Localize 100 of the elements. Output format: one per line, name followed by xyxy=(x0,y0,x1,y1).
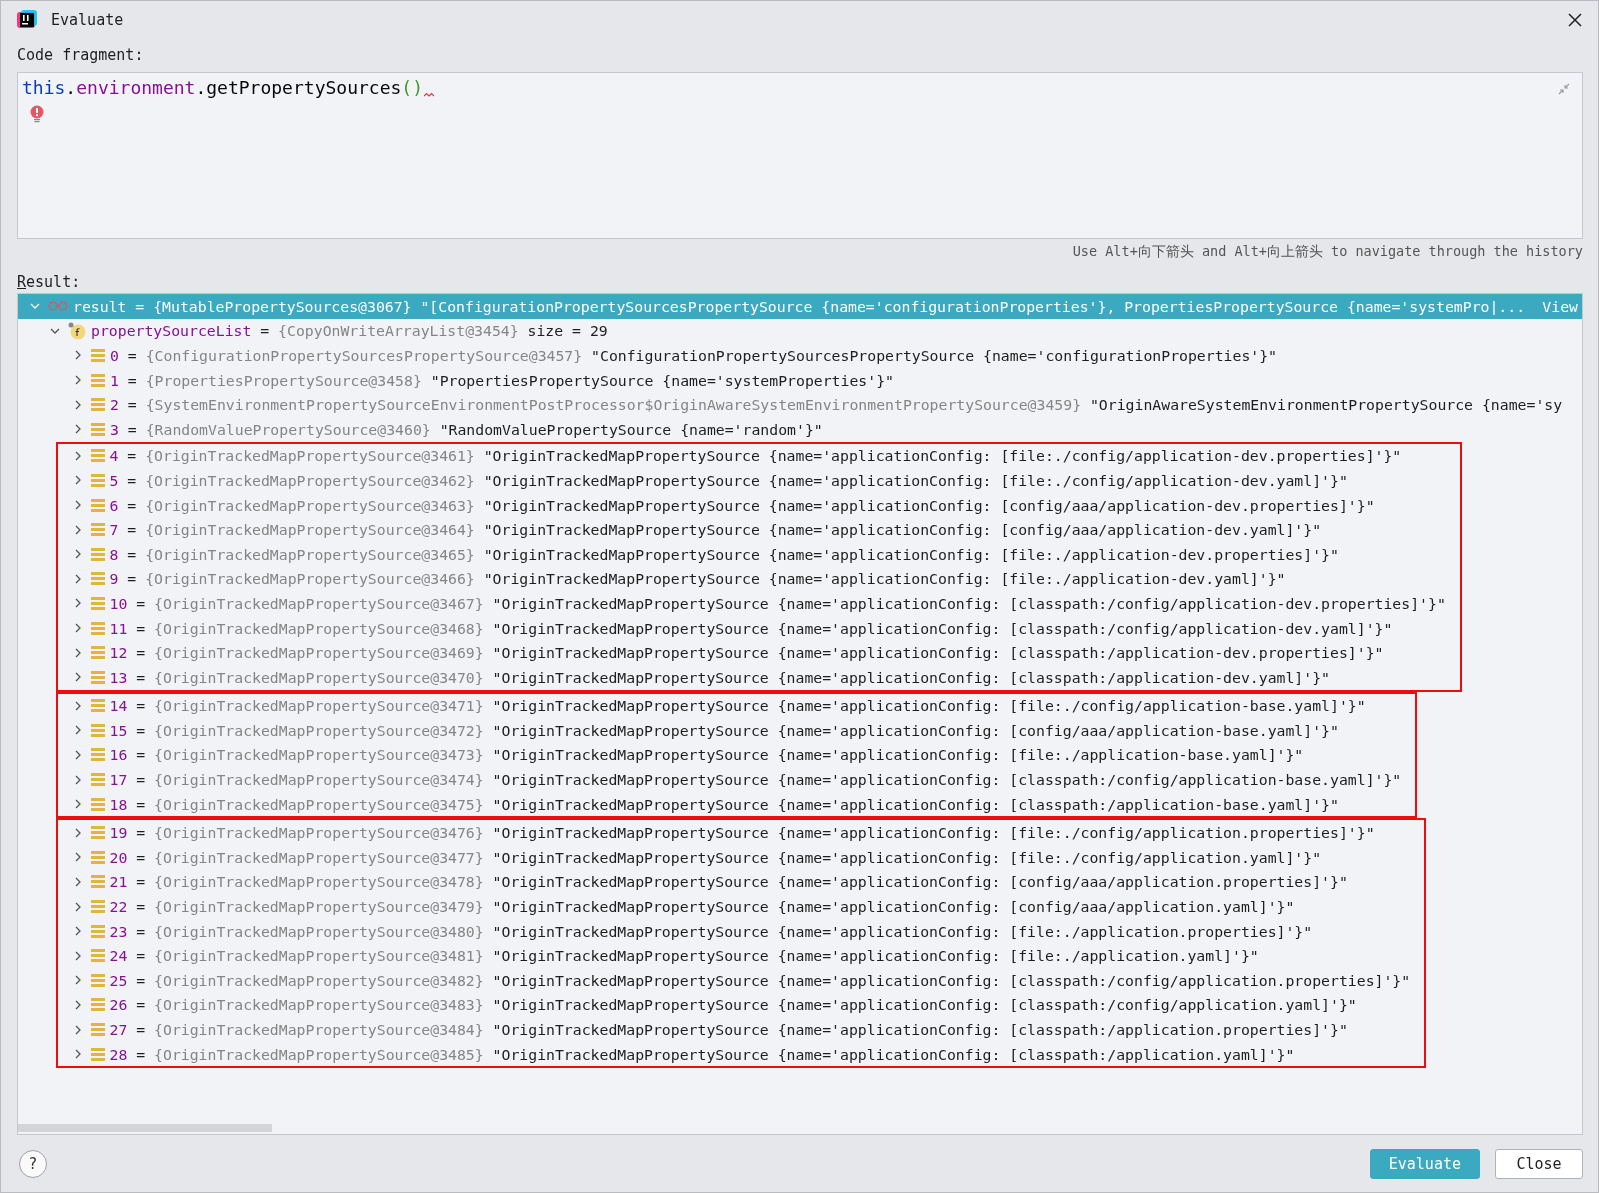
stack-icon xyxy=(90,924,105,938)
tree-row[interactable]: 4 = {OriginTrackedMapPropertySource@3461} "OriginTrackedMapPropertySource {name='applicationConfig: [file:./config/application-dev.properties]'}" xyxy=(58,443,1446,469)
glasses-icon xyxy=(48,301,68,312)
stack-icon xyxy=(90,699,105,713)
tree-row[interactable]: 19 = {OriginTrackedMapPropertySource@3476} "OriginTrackedMapPropertySource {name='applicationConfig: [file:./config/application.properties]'}" xyxy=(58,820,1411,846)
stack-icon xyxy=(91,398,105,412)
stack-icon xyxy=(90,998,105,1012)
tree-row[interactable]: propertySourceList = {CopyOnWriteArrayList@3454} size = 29 xyxy=(18,318,1582,344)
entry-text: 21 = {OriginTrackedMapPropertySource@3478} "OriginTrackedMapPropertySource {name='applicationConfig: [config/aaa/application.properties]'}" xyxy=(109,873,1348,891)
tree-row[interactable]: 6 = {OriginTrackedMapPropertySource@3463} "OriginTrackedMapPropertySource {name='applicationConfig: [config/aaa/application-dev.properties]'}" xyxy=(58,492,1446,518)
stack-icon xyxy=(90,1047,105,1061)
stack-icon xyxy=(90,748,105,762)
entry-text: 13 = {OriginTrackedMapPropertySource@3470} "OriginTrackedMapPropertySource {name='applicationConfig: [classpath:/application-dev.yaml]'}" xyxy=(109,668,1330,686)
result-text: result = {MutablePropertySources@3067} "[ConfigurationPropertySourcesPropertySource {name='configurationProperties'}, PropertiesPropertySource {name='systemPro|... xyxy=(73,297,1527,315)
entry-text: 12 = {OriginTrackedMapPropertySource@3469} "OriginTrackedMapPropertySource {name='applicationConfig: [classpath:/application-dev.properties]'}" xyxy=(109,644,1384,662)
tree-row[interactable]: 7 = {OriginTrackedMapPropertySource@3464} "OriginTrackedMapPropertySource {name='applicationConfig: [config/aaa/application-dev.yaml]'}" xyxy=(58,517,1446,542)
entry-text: 5 = {OriginTrackedMapPropertySource@3462} "OriginTrackedMapPropertySource {name='applicationConfig: [file:./config/application-dev.yaml]'}" xyxy=(109,471,1348,489)
stack-icon xyxy=(90,498,105,512)
collapse-icon[interactable] xyxy=(1558,83,1570,95)
entry-text: 20 = {OriginTrackedMapPropertySource@3477} "OriginTrackedMapPropertySource {name='applicationConfig: [file:./config/application.yaml]'}" xyxy=(109,848,1322,866)
entry-text: 19 = {OriginTrackedMapPropertySource@3476} "OriginTrackedMapPropertySource {name='applicationConfig: [file:./config/application.properties]'}" xyxy=(109,824,1375,842)
tree-row[interactable]: 13 = {OriginTrackedMapPropertySource@3470} "OriginTrackedMapPropertySource {name='applicationConfig: [classpath:/application-dev.yaml]'}" xyxy=(58,664,1446,690)
stack-icon xyxy=(90,949,105,963)
tree-row[interactable]: 22 = {OriginTrackedMapPropertySource@3479} "OriginTrackedMapPropertySource {name='applicationConfig: [config/aaa/application.yaml]'}" xyxy=(58,894,1411,919)
entry-text: 28 = {OriginTrackedMapPropertySource@3485} "OriginTrackedMapPropertySource {name='applicationConfig: [classpath:/application.yaml]'}" xyxy=(109,1045,1295,1063)
tree-row[interactable]: 18 = {OriginTrackedMapPropertySource@3475} "OriginTrackedMapPropertySource {name='applicationConfig: [classpath:/application-base.yaml]'}" xyxy=(58,791,1402,817)
tree-row[interactable]: 10 = {OriginTrackedMapPropertySource@3467} "OriginTrackedMapPropertySource {name='applicationConfig: [classpath:/config/application-dev.properties]'}" xyxy=(58,591,1446,616)
stack-icon xyxy=(90,523,105,537)
entry-text: 14 = {OriginTrackedMapPropertySource@3471} "OriginTrackedMapPropertySource {name='applicationConfig: [file:./config/application-base.yaml]'}" xyxy=(109,697,1366,715)
tree-row[interactable]: 5 = {OriginTrackedMapPropertySource@3462} "OriginTrackedMapPropertySource {name='applicationConfig: [file:./config/application-dev.yaml]'}" xyxy=(58,468,1446,493)
stack-icon xyxy=(90,1023,105,1036)
stack-icon xyxy=(90,449,105,463)
close-icon[interactable] xyxy=(1568,13,1582,27)
tree-row[interactable]: 2 = {SystemEnvironmentPropertySourceEnvironmentPostProcessor$OriginAwareSystemEnvironmentPropertySource@3459} "OriginAwareSystemEnvironmentPropertySource {name='sy xyxy=(18,392,1563,417)
stack-icon xyxy=(90,621,105,635)
entry-text: 0 = {ConfigurationPropertySourcesPropertySource@3457} "ConfigurationPropertySourcesPropertySource {name='configurationProperties'}" xyxy=(110,347,1278,364)
code-editor[interactable]: this.environment.getPropertySources() xyxy=(17,72,1583,239)
tree-row[interactable]: 0 = {ConfigurationPropertySourcesPropertySource@3457} "ConfigurationPropertySourcesPropertySource {name='configurationProperties'}" xyxy=(18,343,1563,368)
tree-row[interactable]: 20 = {OriginTrackedMapPropertySource@3477} "OriginTrackedMapPropertySource {name='applicationConfig: [file:./config/application.yaml]'}" xyxy=(58,845,1411,870)
field-icon xyxy=(68,321,86,340)
entry-text: 27 = {OriginTrackedMapPropertySource@3484} "OriginTrackedMapPropertySource {name='applicationConfig: [classpath:/application.properties]'}" xyxy=(109,1021,1348,1038)
entry-text: 15 = {OriginTrackedMapPropertySource@3472} "OriginTrackedMapPropertySource {name='applicationConfig: [config/aaa/application-base.yaml]'}" xyxy=(109,721,1339,739)
stack-icon xyxy=(90,572,105,586)
entry-text: 10 = {OriginTrackedMapPropertySource@3467} "OriginTrackedMapPropertySource {name='applicationConfig: [classpath:/config/application-dev.properties]'}" xyxy=(109,594,1446,612)
stack-icon xyxy=(90,723,105,737)
tree-row[interactable]: 21 = {OriginTrackedMapPropertySource@3478} "OriginTrackedMapPropertySource {name='applicationConfig: [config/aaa/application.properties]'}" xyxy=(58,869,1411,895)
entry-text: 6 = {OriginTrackedMapPropertySource@3463} "OriginTrackedMapPropertySource {name='applicationConfig: [config/aaa/application-dev.properties]'}" xyxy=(109,496,1375,514)
tree-row[interactable]: 14 = {OriginTrackedMapPropertySource@3471} "OriginTrackedMapPropertySource {name='applicationConfig: [file:./config/application-base.yaml]'}" xyxy=(58,693,1402,719)
tree-row[interactable]: 28 = {OriginTrackedMapPropertySource@3485} "OriginTrackedMapPropertySource {name='applicationConfig: [classpath:/application.yaml]'}" xyxy=(58,1041,1411,1067)
tree-row[interactable]: 3 = {RandomValuePropertySource@3460} "RandomValuePropertySource {name='random'}" xyxy=(18,416,1563,442)
stack-icon xyxy=(90,596,105,610)
entry-text: 9 = {OriginTrackedMapPropertySource@3466} "OriginTrackedMapPropertySource {name='applicationConfig: [file:./application-dev.yaml]'}" xyxy=(109,570,1286,588)
stack-icon xyxy=(90,850,105,864)
help-button[interactable]: ? xyxy=(19,1150,47,1178)
chevron-icon[interactable] xyxy=(73,399,83,410)
tree-row[interactable]: 27 = {OriginTrackedMapPropertySource@3484} "OriginTrackedMapPropertySource {name='applicationConfig: [classpath:/application.properties]'}" xyxy=(58,1017,1411,1042)
tree-row[interactable]: 25 = {OriginTrackedMapPropertySource@3482} "OriginTrackedMapPropertySource {name='applicationConfig: [classpath:/config/application.properties]'}" xyxy=(58,968,1411,993)
entry-text: 7 = {OriginTrackedMapPropertySource@3464} "OriginTrackedMapPropertySource {name='applicationConfig: [config/aaa/application-dev.yaml]'}" xyxy=(109,521,1322,539)
stack-icon xyxy=(90,875,105,889)
error-bulb-icon[interactable] xyxy=(30,105,44,123)
entry-text: 22 = {OriginTrackedMapPropertySource@3479} "OriginTrackedMapPropertySource {name='applicationConfig: [config/aaa/application.yaml]'}" xyxy=(109,898,1295,916)
entry-text: 3 = {RandomValuePropertySource@3460} "RandomValuePropertySource {name='random'}" xyxy=(110,420,823,438)
tree-row[interactable]: 9 = {OriginTrackedMapPropertySource@3466} "OriginTrackedMapPropertySource {name='applicationConfig: [file:./application-dev.yaml]'}" xyxy=(58,566,1446,592)
stack-icon xyxy=(90,973,105,987)
stack-icon xyxy=(91,349,105,362)
tree-row[interactable]: 16 = {OriginTrackedMapPropertySource@3473} "OriginTrackedMapPropertySource {name='applicationConfig: [file:./application-base.yaml]'}" xyxy=(58,742,1402,768)
stack-icon xyxy=(90,646,105,660)
close-button[interactable]: Close xyxy=(1495,1149,1583,1179)
entry-text: 17 = {OriginTrackedMapPropertySource@3474} "OriginTrackedMapPropertySource {name='applicationConfig: [classpath:/config/application-base.yaml]'}" xyxy=(109,771,1402,789)
stack-icon xyxy=(91,373,105,387)
stack-icon xyxy=(90,826,105,840)
chevron-icon[interactable] xyxy=(73,375,83,386)
entry-text: 11 = {OriginTrackedMapPropertySource@3468} "OriginTrackedMapPropertySource {name='applicationConfig: [classpath:/config/application-dev.yaml]'}" xyxy=(109,619,1393,637)
tree-row[interactable]: 23 = {OriginTrackedMapPropertySource@3480} "OriginTrackedMapPropertySource {name='applicationConfig: [file:./application.properties]'}" xyxy=(58,918,1411,944)
tree-row[interactable]: 1 = {PropertiesPropertySource@3458} "PropertiesPropertySource {name='systemProperties'}" xyxy=(18,367,1563,393)
tree-row[interactable]: 8 = {OriginTrackedMapPropertySource@3465} "OriginTrackedMapPropertySource {name='applicationConfig: [file:./application-dev.properties]'}" xyxy=(58,541,1446,567)
entry-text: 23 = {OriginTrackedMapPropertySource@3480} "OriginTrackedMapPropertySource {name='applicationConfig: [file:./application.properties]'}" xyxy=(109,922,1313,940)
list-text: propertySourceList = {CopyOnWriteArrayList@3454} size = 29 xyxy=(91,322,608,340)
entry-text: 26 = {OriginTrackedMapPropertySource@3483} "OriginTrackedMapPropertySource {name='applicationConfig: [classpath:/config/application.yaml]'}" xyxy=(109,996,1357,1014)
chevron-icon[interactable] xyxy=(73,350,83,361)
history-hint: Use Alt+向下箭头 and Alt+向上箭头 to navigate through the history xyxy=(1072,243,1583,261)
tree-row[interactable]: 12 = {OriginTrackedMapPropertySource@3469} "OriginTrackedMapPropertySource {name='applicationConfig: [classpath:/application-dev.properties]'}" xyxy=(58,640,1446,665)
stack-icon xyxy=(91,422,105,436)
code-line: this.environment.getPropertySources() xyxy=(22,77,434,98)
tree-row[interactable]: 15 = {OriginTrackedMapPropertySource@3472} "OriginTrackedMapPropertySource {name='applicationConfig: [config/aaa/application-base.yaml]'}" xyxy=(58,718,1402,743)
tree-row[interactable]: 26 = {OriginTrackedMapPropertySource@3483} "OriginTrackedMapPropertySource {name='applicationConfig: [classpath:/config/application.yaml]'}" xyxy=(58,992,1411,1018)
entry-text: 2 = {SystemEnvironmentPropertySourceEnvironmentPostProcessor$OriginAwareSystemEnvironmentPropertySource@3459} "OriginAwareSystemEnvironmentPropertySource {name='sy xyxy=(110,396,1563,414)
result-label: Result: xyxy=(17,273,82,291)
stack-icon xyxy=(90,797,105,811)
tree-row[interactable]: 24 = {OriginTrackedMapPropertySource@3481} "OriginTrackedMapPropertySource {name='applicationConfig: [file:./application.yaml]'}" xyxy=(58,943,1411,969)
tree-row[interactable]: 11 = {OriginTrackedMapPropertySource@3468} "OriginTrackedMapPropertySource {name='applicationConfig: [classpath:/config/application-dev.yaml]'}" xyxy=(58,615,1446,641)
entry-text: 16 = {OriginTrackedMapPropertySource@3473} "OriginTrackedMapPropertySource {name='applicationConfig: [file:./application-base.yaml]'}" xyxy=(109,746,1304,764)
tree-row[interactable]: 17 = {OriginTrackedMapPropertySource@3474} "OriginTrackedMapPropertySource {name='applicationConfig: [classpath:/config/application-base.yaml]'}" xyxy=(58,767,1402,792)
app-logo-icon xyxy=(17,10,37,30)
stack-icon xyxy=(90,547,105,561)
entry-text: 24 = {OriginTrackedMapPropertySource@3481} "OriginTrackedMapPropertySource {name='applicationConfig: [file:./application.yaml]'}" xyxy=(109,947,1259,965)
chevron-icon[interactable] xyxy=(73,424,83,435)
horizontal-scrollbar[interactable] xyxy=(18,1124,272,1132)
stack-icon xyxy=(90,900,105,914)
entry-text: 18 = {OriginTrackedMapPropertySource@3475} "OriginTrackedMapPropertySource {name='applicationConfig: [classpath:/application-base.yaml]'}" xyxy=(109,795,1339,813)
